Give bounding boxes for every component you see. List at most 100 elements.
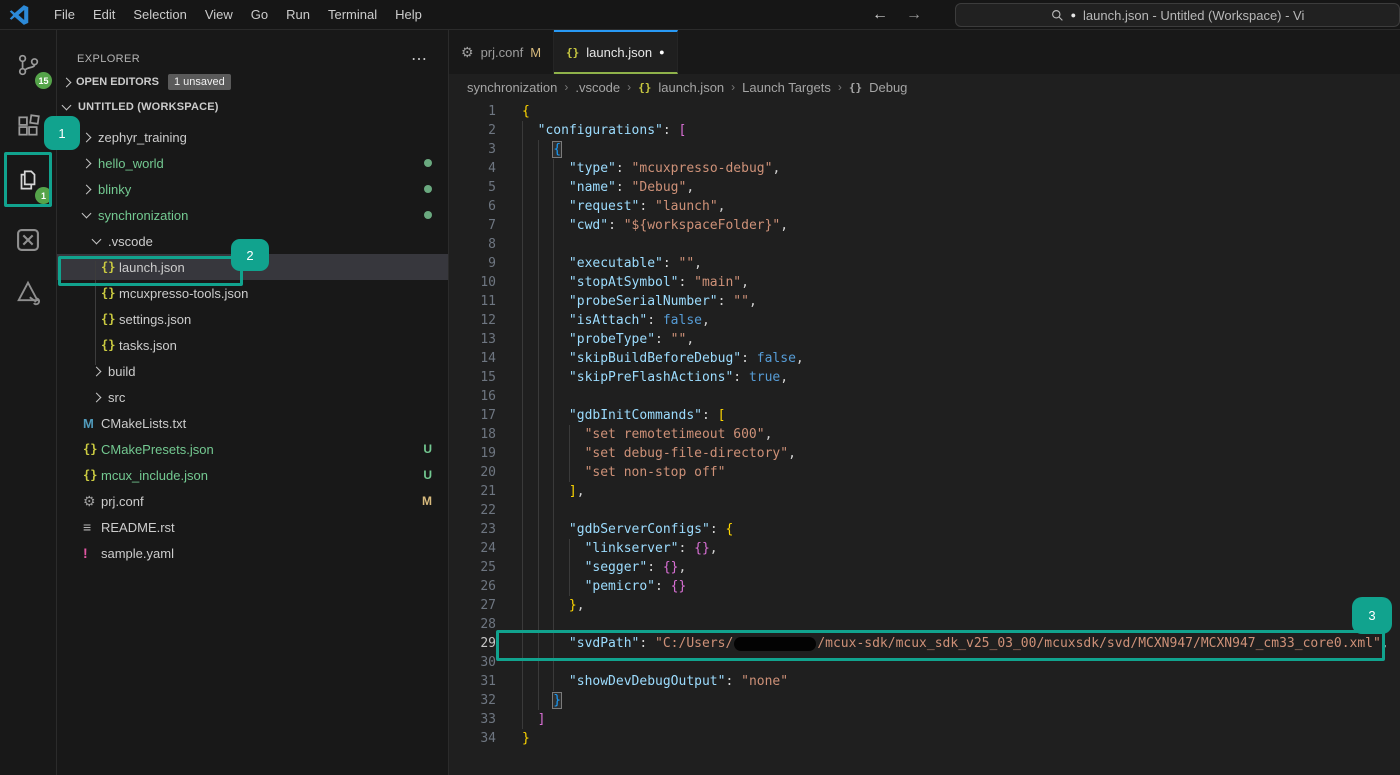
code-line[interactable]: 24"linkserver": {}, bbox=[449, 539, 1400, 558]
code-editor[interactable]: 1{2"configurations": [3{4"type": "mcuxpr… bbox=[449, 100, 1400, 775]
code-line[interactable]: 32} bbox=[449, 691, 1400, 710]
tab-launch-json[interactable]: {} launch.json ● bbox=[554, 30, 677, 74]
line-number: 4 bbox=[449, 159, 522, 178]
code-line[interactable]: 6"request": "launch", bbox=[449, 197, 1400, 216]
menu-terminal[interactable]: Terminal bbox=[319, 3, 386, 26]
menu-selection[interactable]: Selection bbox=[124, 3, 195, 26]
code-line[interactable]: 2"configurations": [ bbox=[449, 121, 1400, 140]
indent-guide bbox=[553, 596, 569, 615]
indent-guide bbox=[553, 463, 569, 482]
explorer-title: EXPLORER bbox=[77, 53, 140, 65]
code-line[interactable]: 22 bbox=[449, 501, 1400, 520]
tab-prj-conf[interactable]: ⚙ prj.conf M bbox=[449, 30, 554, 74]
tree-file-mcux-include-json[interactable]: {}mcux_include.jsonU bbox=[57, 462, 448, 488]
source-control-icon[interactable]: 15 bbox=[8, 45, 48, 85]
json-file-icon: {} bbox=[101, 260, 119, 274]
code-line[interactable]: 16 bbox=[449, 387, 1400, 406]
code-line[interactable]: 34} bbox=[449, 729, 1400, 748]
chevron-right-icon bbox=[82, 132, 92, 142]
tree-folder-hello-world[interactable]: hello_world bbox=[57, 150, 448, 176]
code-line[interactable]: 7"cwd": "${workspaceFolder}", bbox=[449, 216, 1400, 235]
indent-guide bbox=[538, 539, 554, 558]
breadcrumb-separator: › bbox=[564, 80, 568, 94]
code-line[interactable]: 20"set non-stop off" bbox=[449, 463, 1400, 482]
code-line[interactable]: 23"gdbServerConfigs": { bbox=[449, 520, 1400, 539]
tree-file-cmakelists-txt[interactable]: MCMakeLists.txt bbox=[57, 410, 448, 436]
breadcrumb-item[interactable]: .vscode bbox=[575, 80, 620, 95]
code-line[interactable]: 4"type": "mcuxpresso-debug", bbox=[449, 159, 1400, 178]
menu-go[interactable]: Go bbox=[242, 3, 277, 26]
code-line[interactable]: 3{ bbox=[449, 140, 1400, 159]
breadcrumb-item[interactable]: Launch Targets bbox=[742, 80, 831, 95]
tree-file-prj-conf[interactable]: ⚙prj.confM bbox=[57, 488, 448, 514]
tree-file-mcuxpresso-tools-json[interactable]: {}mcuxpresso-tools.json bbox=[57, 280, 448, 306]
tree-folder-src[interactable]: src bbox=[57, 384, 448, 410]
breadcrumb-item[interactable]: launch.json bbox=[658, 80, 724, 95]
line-number: 5 bbox=[449, 178, 522, 197]
code-line[interactable]: 15"skipPreFlashActions": true, bbox=[449, 368, 1400, 387]
tree-folder-zephyr-training[interactable]: zephyr_training bbox=[57, 124, 448, 150]
line-number: 21 bbox=[449, 482, 522, 501]
code-line[interactable]: 8 bbox=[449, 235, 1400, 254]
tools-icon[interactable] bbox=[8, 272, 48, 312]
line-number: 28 bbox=[449, 615, 522, 634]
indent-guide bbox=[522, 558, 538, 577]
line-number: 34 bbox=[449, 729, 522, 748]
code-line[interactable]: 5"name": "Debug", bbox=[449, 178, 1400, 197]
indent-guide bbox=[538, 425, 554, 444]
unsaved-count-badge: 1 unsaved bbox=[168, 74, 231, 90]
dirty-indicator-dot: ● bbox=[1071, 10, 1076, 20]
code-line[interactable]: 13"probeType": "", bbox=[449, 330, 1400, 349]
menu-help[interactable]: Help bbox=[386, 3, 431, 26]
code-line[interactable]: 27}, bbox=[449, 596, 1400, 615]
forward-button[interactable]: → bbox=[906, 6, 922, 24]
breadcrumb-item[interactable]: Debug bbox=[869, 80, 907, 95]
tree-file-readme-rst[interactable]: ≡README.rst bbox=[57, 514, 448, 540]
code-line[interactable]: 1{ bbox=[449, 102, 1400, 121]
line-number: 12 bbox=[449, 311, 522, 330]
menu-file[interactable]: File bbox=[45, 3, 84, 26]
code-line[interactable]: 11"probeSerialNumber": "", bbox=[449, 292, 1400, 311]
breadcrumb-item[interactable]: synchronization bbox=[467, 80, 557, 95]
code-line[interactable]: 28 bbox=[449, 615, 1400, 634]
code-line[interactable]: 25"segger": {}, bbox=[449, 558, 1400, 577]
indent-guide bbox=[538, 406, 554, 425]
code-line[interactable]: 17"gdbInitCommands": [ bbox=[449, 406, 1400, 425]
tree-folder-blinky[interactable]: blinky bbox=[57, 176, 448, 202]
tree-file-sample-yaml[interactable]: !sample.yaml bbox=[57, 540, 448, 566]
code-line[interactable]: 21], bbox=[449, 482, 1400, 501]
tree-folder-synchronization[interactable]: synchronization bbox=[57, 202, 448, 228]
code-line[interactable]: 9"executable": "", bbox=[449, 254, 1400, 273]
back-button[interactable]: ← bbox=[872, 6, 888, 24]
tree-file-cmakepresets-json[interactable]: {}CMakePresets.jsonU bbox=[57, 436, 448, 462]
git-modified-dot bbox=[424, 159, 432, 167]
command-center-search[interactable]: ● launch.json - Untitled (Workspace) - V… bbox=[955, 3, 1400, 27]
x-extension-icon[interactable] bbox=[8, 220, 48, 260]
code-line[interactable]: 31"showDevDebugOutput": "none" bbox=[449, 672, 1400, 691]
code-line[interactable]: 30 bbox=[449, 653, 1400, 672]
code-line[interactable]: 33] bbox=[449, 710, 1400, 729]
explorer-icon[interactable]: 1 bbox=[8, 160, 48, 200]
menu-run[interactable]: Run bbox=[277, 3, 319, 26]
breadcrumb[interactable]: synchronization›.vscode›{}launch.json›La… bbox=[449, 74, 1400, 100]
menu-edit[interactable]: Edit bbox=[84, 3, 124, 26]
line-number: 33 bbox=[449, 710, 522, 729]
code-line[interactable]: 12"isAttach": false, bbox=[449, 311, 1400, 330]
code-line[interactable]: 29"svdPath": "C:/Users//mcux-sdk/mcux_sd… bbox=[449, 634, 1400, 653]
more-actions-icon[interactable]: ⋯ bbox=[411, 49, 428, 69]
tree-file-tasks-json[interactable]: {}tasks.json bbox=[57, 332, 448, 358]
code-line[interactable]: 14"skipBuildBeforeDebug": false, bbox=[449, 349, 1400, 368]
menu-view[interactable]: View bbox=[196, 3, 242, 26]
workspace-section[interactable]: UNTITLED (WORKSPACE) bbox=[57, 94, 448, 120]
tree-folder-build[interactable]: build bbox=[57, 358, 448, 384]
tree-file-settings-json[interactable]: {}settings.json bbox=[57, 306, 448, 332]
open-editors-section[interactable]: OPEN EDITORS 1 unsaved bbox=[57, 70, 448, 94]
line-number: 20 bbox=[449, 463, 522, 482]
code-line[interactable]: 18"set remotetimeout 600", bbox=[449, 425, 1400, 444]
file-label: settings.json bbox=[119, 312, 191, 327]
extensions-icon[interactable] bbox=[8, 106, 48, 146]
code-line[interactable]: 26"pemicro": {} bbox=[449, 577, 1400, 596]
file-tree: zephyr_traininghello_worldblinkysynchron… bbox=[57, 124, 448, 566]
code-line[interactable]: 10"stopAtSymbol": "main", bbox=[449, 273, 1400, 292]
code-line[interactable]: 19"set debug-file-directory", bbox=[449, 444, 1400, 463]
